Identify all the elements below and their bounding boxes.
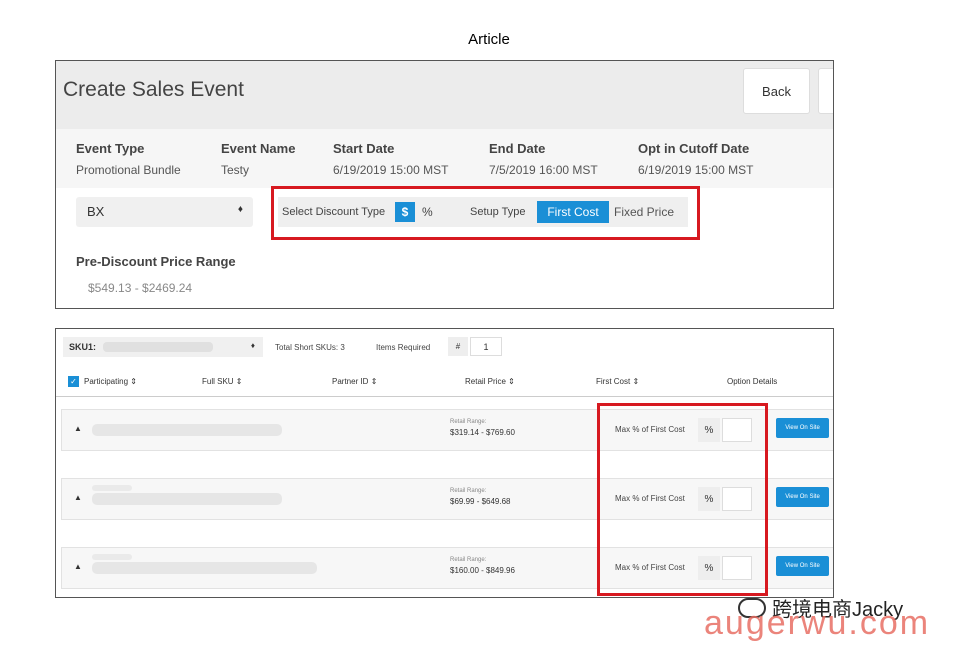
back-button[interactable]: Back [743,68,810,114]
opt-in-cutoff-column: Opt in Cutoff Date 6/19/2019 15:00 MST [638,141,753,177]
event-info-row: Event Type Promotional Bundle Event Name… [56,129,833,188]
view-on-site-button[interactable]: View On Site [776,487,829,507]
sort-icon: ⇕ [508,377,515,386]
bx-select[interactable]: BX ♦ [76,197,253,227]
bx-select-value: BX [87,204,105,219]
retail-range-value: $69.99 - $649.68 [450,497,511,506]
secondary-button[interactable] [818,68,833,114]
event-type-column: Event Type Promotional Bundle [76,141,181,177]
col-full-sku-label: Full SKU [202,377,234,386]
col-participating[interactable]: Participating ⇕ [84,377,137,386]
sku-select[interactable]: SKU1: ♦ [63,337,263,357]
highlight-box [597,403,768,596]
page-title: Create Sales Event [63,78,244,101]
pre-discount-value: $549.13 - $2469.24 [88,281,193,295]
expand-caret-icon[interactable]: ▲ [74,493,82,502]
retail-range-label: Retail Range: [450,419,487,425]
items-required-label: Items Required [376,343,431,352]
expand-caret-icon[interactable]: ▲ [74,562,82,571]
blurred-product-name [92,493,282,505]
sku-label: SKU1: [69,342,97,352]
event-name-value: Testy [221,163,250,177]
col-participating-label: Participating [84,377,129,386]
event-name-column: Event Name Testy [221,141,295,177]
retail-range-value: $319.14 - $769.60 [450,428,515,437]
sort-icon: ⇕ [632,377,640,386]
blurred-product-id [92,485,132,491]
start-date-value: 6/19/2019 15:00 MST [333,163,449,177]
watermark-line2: augerwu.com [704,604,931,642]
blurred-product-name [92,424,282,436]
blurred-sku-value [103,342,213,352]
highlight-box [271,186,700,240]
event-type-header: Event Type [76,141,145,156]
opt-in-cutoff-value: 6/19/2019 15:00 MST [638,163,754,177]
view-on-site-button[interactable]: View On Site [776,418,829,438]
blurred-product-id [92,554,132,560]
caret-icon: ♦ [250,341,255,350]
col-first-cost[interactable]: First Cost ⇕ [596,377,639,386]
col-retail-price-label: Retail Price [465,377,506,386]
col-full-sku[interactable]: Full SKU ⇕ [202,377,243,386]
participating-checkbox[interactable]: ✓ [68,376,79,387]
create-sales-event-panel: Create Sales Event Back Event Type Promo… [55,60,834,309]
sort-icon: ⇕ [370,377,378,386]
view-on-site-button[interactable]: View On Site [776,556,829,576]
sort-icon: ⇕ [235,377,243,386]
retail-range-value: $160.00 - $849.96 [450,566,515,575]
event-name-header: Event Name [221,141,296,156]
panel-header: Create Sales Event Back [56,61,833,129]
end-date-value: 7/5/2019 16:00 MST [489,163,598,177]
retail-range-label: Retail Range: [450,557,487,563]
col-first-cost-label: First Cost [596,377,631,386]
total-short-skus: Total Short SKUs: 3 [275,343,345,352]
page-label: Article [468,31,510,48]
start-date-column: Start Date 6/19/2019 15:00 MST [333,141,448,177]
pre-discount-header: Pre-Discount Price Range [76,254,236,269]
sort-icon: ⇕ [130,377,137,386]
blurred-product-name [92,562,317,574]
col-partner-id[interactable]: Partner ID ⇕ [332,377,377,386]
table-header: ✓ Participating ⇕ Full SKU ⇕ Partner ID … [56,369,833,397]
event-type-value: Promotional Bundle [76,163,181,177]
hash-addon: # [448,337,468,356]
retail-range-label: Retail Range: [450,488,487,494]
caret-icon: ♦ [237,204,243,215]
col-option-details: Option Details [727,377,778,386]
col-retail-price[interactable]: Retail Price ⇕ [465,377,515,386]
start-date-header: Start Date [333,141,395,156]
expand-caret-icon[interactable]: ▲ [74,424,82,433]
opt-in-cutoff-header: Opt in Cutoff Date [638,141,750,156]
end-date-header: End Date [489,141,546,156]
col-partner-id-label: Partner ID [332,377,369,386]
items-required-input[interactable]: 1 [470,337,502,356]
end-date-column: End Date 7/5/2019 16:00 MST [489,141,598,177]
